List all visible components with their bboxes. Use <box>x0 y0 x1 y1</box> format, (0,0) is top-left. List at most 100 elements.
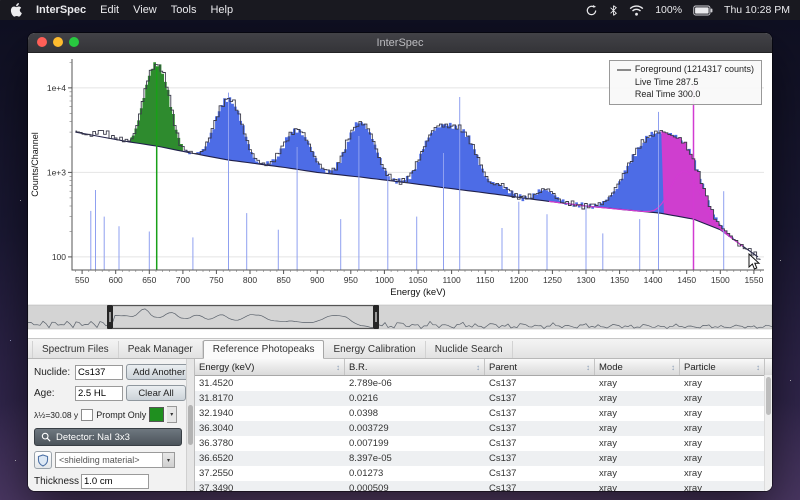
prompt-only-checkbox[interactable] <box>81 408 94 421</box>
tool-tabbar: Spectrum Files Peak Manager Reference Ph… <box>28 338 772 359</box>
x-tick-label: 950 <box>344 275 358 285</box>
table-cell: 37.2550 <box>199 468 234 479</box>
panel-scrollbar[interactable] <box>186 359 194 491</box>
table-row[interactable]: 37.3490 0.000509 Cs137 xray xray <box>195 481 772 491</box>
column-header-label: Energy (keV) <box>199 361 255 373</box>
tab-spectrum-files[interactable]: Spectrum Files <box>32 341 119 358</box>
age-input[interactable] <box>75 385 123 401</box>
table-cell: xray <box>684 423 702 434</box>
sort-icon[interactable]: ↕ <box>756 363 760 372</box>
menu-clock[interactable]: Thu 10:28 PM <box>724 4 790 16</box>
table-scrollbar[interactable] <box>764 375 772 491</box>
zoom-button[interactable] <box>69 37 79 47</box>
table-cell: Cs137 <box>489 468 517 479</box>
halflife-label: λ½=30.08 y <box>34 409 79 420</box>
menu-item-view[interactable]: View <box>133 4 157 16</box>
x-tick-label: 650 <box>142 275 156 285</box>
x-tick-label: 1100 <box>442 275 461 285</box>
tab-energy-calibration[interactable]: Energy Calibration <box>324 341 426 358</box>
x-tick-label: 750 <box>209 275 223 285</box>
sort-icon[interactable]: ↕ <box>671 363 675 372</box>
legend-real-time: Real Time 300.0 <box>634 89 701 100</box>
age-label: Age: <box>34 387 55 399</box>
menu-item-edit[interactable]: Edit <box>100 4 119 16</box>
battery-icon[interactable] <box>693 5 713 16</box>
table-row[interactable]: 36.3040 0.003729 Cs137 xray xray <box>195 421 772 436</box>
slider-handle-right-grip <box>375 312 377 322</box>
photopeak-table-header: Energy (keV) ↕ B.R. ↕ Parent ↕ Mode ↕ Particle ↕ <box>195 359 772 376</box>
sort-icon[interactable]: ↕ <box>476 363 480 372</box>
chart-legend: Foreground (1214317 counts) Live Time 28… <box>608 60 762 105</box>
table-cell: xray <box>599 483 617 491</box>
table-cell: Cs137 <box>489 378 517 389</box>
window-titlebar[interactable]: InterSpec <box>28 33 772 53</box>
table-cell: xray <box>684 483 702 491</box>
detector-button[interactable]: Detector: NaI 3x3 <box>34 428 182 446</box>
table-cell: Cs137 <box>489 393 517 404</box>
table-cell: Cs137 <box>489 438 517 449</box>
column-header-b-r[interactable]: B.R. ↕ <box>345 359 485 375</box>
spectrum-chart[interactable]: 100 1e+3 1e+4 550 600 650 700 750 800 850 900 950 10… <box>28 53 772 303</box>
menu-item-tools[interactable]: Tools <box>171 4 197 16</box>
legend-live-time: Live Time 287.5 <box>634 76 699 87</box>
x-tick-label: 1400 <box>644 275 663 285</box>
table-cell: 37.3490 <box>199 483 234 491</box>
x-tick-label: 1050 <box>409 275 428 285</box>
apple-menu-icon[interactable] <box>10 3 22 17</box>
table-cell: 0.0398 <box>349 408 379 419</box>
x-tick-label: 1000 <box>375 275 394 285</box>
column-header-particle[interactable]: Particle ↕ <box>680 359 765 375</box>
table-row[interactable]: 31.8170 0.0216 Cs137 xray xray <box>195 391 772 406</box>
add-another-button[interactable]: Add Another <box>126 364 193 380</box>
column-header-mode[interactable]: Mode ↕ <box>595 359 680 375</box>
table-cell: xray <box>684 468 702 479</box>
table-cell: 2.789e-06 <box>349 378 392 389</box>
table-row[interactable]: 37.2550 0.01273 Cs137 xray xray <box>195 466 772 481</box>
overview-svg[interactable] <box>28 303 772 333</box>
panel-scrollbar-thumb[interactable] <box>188 405 193 445</box>
sort-icon[interactable]: ↕ <box>586 363 590 372</box>
table-row[interactable]: 31.4520 2.789e-06 Cs137 xray xray <box>195 376 772 391</box>
table-row[interactable]: 36.3780 0.007199 Cs137 xray xray <box>195 436 772 451</box>
table-cell: 0.000509 <box>349 483 389 491</box>
menu-item-help[interactable]: Help <box>210 4 233 16</box>
detector-button-label: Detector: NaI 3x3 <box>56 431 130 443</box>
prompt-only-label: Prompt Only <box>96 409 147 420</box>
table-row[interactable]: 36.6520 8.397e-05 Cs137 xray xray <box>195 451 772 466</box>
rotate-icon[interactable] <box>585 4 598 17</box>
table-cell: xray <box>599 408 617 419</box>
legend-line-swatch <box>616 68 631 71</box>
bluetooth-icon[interactable] <box>609 4 618 17</box>
y-tick-label: 1e+4 <box>47 83 66 93</box>
table-row[interactable]: 32.1940 0.0398 Cs137 xray xray <box>195 406 772 421</box>
table-cell: xray <box>684 393 702 404</box>
wifi-icon[interactable] <box>629 4 644 16</box>
window-title: InterSpec <box>376 36 424 49</box>
x-tick-label: 850 <box>277 275 291 285</box>
shielding-material-select[interactable]: <shielding material> ▾ <box>55 452 175 468</box>
minimize-button[interactable] <box>53 37 63 47</box>
menu-item-app-name[interactable]: InterSpec <box>36 4 86 16</box>
close-button[interactable] <box>37 37 47 47</box>
tab-peak-manager[interactable]: Peak Manager <box>119 341 203 358</box>
table-cell: xray <box>599 378 617 389</box>
swatch-dropdown-arrow[interactable]: ▾ <box>167 406 178 423</box>
table-cell: 31.4520 <box>199 378 234 389</box>
x-tick-label: 1550 <box>744 275 763 285</box>
nuclide-input[interactable] <box>75 364 123 380</box>
column-header-energy-kev[interactable]: Energy (keV) ↕ <box>195 359 345 375</box>
tab-nuclide-search[interactable]: Nuclide Search <box>426 341 513 358</box>
column-header-parent[interactable]: Parent ↕ <box>485 359 595 375</box>
column-header-label: Mode <box>599 361 623 373</box>
clear-all-button[interactable]: Clear All <box>126 385 186 401</box>
sort-icon[interactable]: ↕ <box>336 363 340 372</box>
table-scrollbar-thumb[interactable] <box>766 377 771 415</box>
spectrum-overview-strip[interactable] <box>28 303 772 338</box>
x-axis-label: Energy (keV) <box>390 287 445 298</box>
tab-reference-photopeaks[interactable]: Reference Photopeaks <box>202 340 325 359</box>
table-cell: Cs137 <box>489 423 517 434</box>
mouse-cursor <box>748 252 761 276</box>
reference-color-swatch[interactable] <box>149 407 165 422</box>
thickness-input[interactable] <box>81 474 149 489</box>
shielding-button[interactable] <box>34 451 52 469</box>
